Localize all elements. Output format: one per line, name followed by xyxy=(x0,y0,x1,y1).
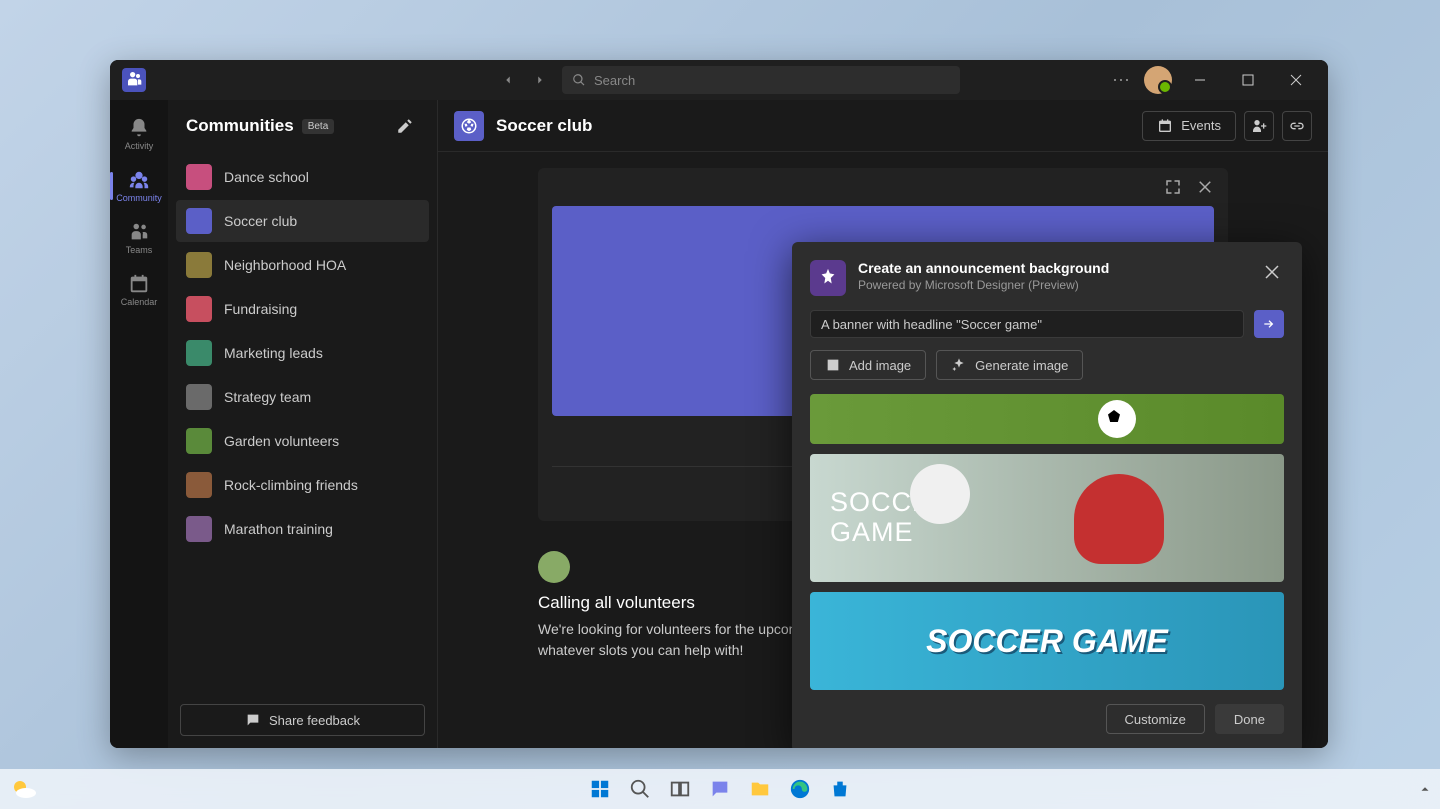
customize-button[interactable]: Customize xyxy=(1106,704,1205,734)
suggestion-text: SOCCER GAME xyxy=(926,623,1168,660)
modal-title: Create an announcement background xyxy=(858,260,1109,276)
window-maximize-button[interactable] xyxy=(1228,64,1268,96)
sidebar-header: Communities Beta xyxy=(168,100,437,152)
rail-label: Calendar xyxy=(121,297,158,307)
arrow-right-icon xyxy=(1261,316,1277,332)
nav-forward-button[interactable] xyxy=(526,66,554,94)
community-list: Dance school Soccer club Neighborhood HO… xyxy=(168,152,437,692)
sparkle-icon xyxy=(951,357,967,373)
titlebar: Search ⋯ xyxy=(110,60,1328,100)
generate-go-button[interactable] xyxy=(1254,310,1284,338)
invite-people-button[interactable] xyxy=(1244,111,1274,141)
user-avatar[interactable] xyxy=(1144,66,1172,94)
search-input[interactable]: Search xyxy=(562,66,960,94)
suggestion-item-2[interactable]: SOCCER GAME xyxy=(810,592,1284,690)
modal-close-button[interactable] xyxy=(1260,260,1284,284)
sidebar-item-fundraising[interactable]: Fundraising xyxy=(176,288,429,330)
app-rail: Activity Community Teams Calendar xyxy=(110,100,168,748)
calendar-icon xyxy=(128,273,150,295)
taskbar-chat-button[interactable] xyxy=(703,772,737,806)
prompt-input[interactable] xyxy=(810,310,1244,338)
more-options-button[interactable]: ⋯ xyxy=(1106,70,1136,91)
close-compose-icon[interactable] xyxy=(1196,178,1214,196)
copy-link-button[interactable] xyxy=(1282,111,1312,141)
sidebar-item-marketing-leads[interactable]: Marketing leads xyxy=(176,332,429,374)
taskbar-taskview-button[interactable] xyxy=(663,772,697,806)
weather-icon[interactable] xyxy=(8,773,40,805)
suggestion-item-0[interactable] xyxy=(810,394,1284,444)
sidebar-title: Communities xyxy=(186,116,294,136)
designer-modal: Create an announcement background Powere… xyxy=(792,242,1302,748)
calendar-icon xyxy=(1157,118,1173,134)
link-icon xyxy=(1289,118,1305,134)
taskbar-edge-button[interactable] xyxy=(783,772,817,806)
channel-body: ...me Post Calling all volunteers xyxy=(438,152,1328,748)
sidebar-item-neighborhood-hoa[interactable]: Neighborhood HOA xyxy=(176,244,429,286)
soccer-ball-graphic xyxy=(1098,400,1136,438)
sidebar-item-marathon-training[interactable]: Marathon training xyxy=(176,508,429,550)
add-image-button[interactable]: Add image xyxy=(810,350,926,380)
post-author-avatar[interactable] xyxy=(538,551,570,583)
close-icon xyxy=(1265,265,1279,279)
window-minimize-button[interactable] xyxy=(1180,64,1220,96)
nav-back-button[interactable] xyxy=(494,66,522,94)
generate-image-button[interactable]: Generate image xyxy=(936,350,1083,380)
events-button[interactable]: Events xyxy=(1142,111,1236,141)
taskbar-store-button[interactable] xyxy=(823,772,857,806)
rail-activity[interactable]: Activity xyxy=(115,108,163,160)
taskbar-search-button[interactable] xyxy=(623,772,657,806)
suggestion-item-1[interactable]: SOCCER GAME xyxy=(810,454,1284,582)
rail-label: Activity xyxy=(125,141,154,151)
people-add-icon xyxy=(1251,118,1267,134)
chevron-up-icon[interactable] xyxy=(1418,782,1432,796)
channel-title: Soccer club xyxy=(496,116,592,136)
compose-icon xyxy=(396,117,414,135)
sidebar-item-dance-school[interactable]: Dance school xyxy=(176,156,429,198)
feedback-icon xyxy=(245,712,261,728)
app-window: Search ⋯ Activity Community Teams xyxy=(110,60,1328,748)
rail-label: Community xyxy=(116,193,162,203)
rail-community[interactable]: Community xyxy=(115,160,163,212)
bell-icon xyxy=(128,117,150,139)
taskbar-files-button[interactable] xyxy=(743,772,777,806)
community-icon xyxy=(128,169,150,191)
new-community-button[interactable] xyxy=(391,112,419,140)
modal-subtitle: Powered by Microsoft Designer (Preview) xyxy=(858,278,1109,292)
done-button[interactable]: Done xyxy=(1215,704,1284,734)
channel-pane: Soccer club Events xyxy=(438,100,1328,748)
sidebar-item-strategy-team[interactable]: Strategy team xyxy=(176,376,429,418)
rail-teams[interactable]: Teams xyxy=(115,212,163,264)
designer-icon xyxy=(810,260,846,296)
channel-header: Soccer club Events xyxy=(438,100,1328,152)
sidebar-item-garden-volunteers[interactable]: Garden volunteers xyxy=(176,420,429,462)
sidebar-item-soccer-club[interactable]: Soccer club xyxy=(176,200,429,242)
sidebar: Communities Beta Dance school Soccer clu… xyxy=(168,100,438,748)
app-logo-icon xyxy=(122,68,146,92)
sidebar-item-rock-climbing-friends[interactable]: Rock-climbing friends xyxy=(176,464,429,506)
window-close-button[interactable] xyxy=(1276,64,1316,96)
teams-icon xyxy=(128,221,150,243)
expand-icon[interactable] xyxy=(1164,178,1182,196)
taskbar-start-button[interactable] xyxy=(583,772,617,806)
share-feedback-button[interactable]: Share feedback xyxy=(180,704,425,736)
taskbar xyxy=(0,769,1440,809)
rail-label: Teams xyxy=(126,245,153,255)
main-area: Activity Community Teams Calendar Commun… xyxy=(110,100,1328,748)
beta-badge: Beta xyxy=(302,119,335,134)
rail-calendar[interactable]: Calendar xyxy=(115,264,163,316)
image-icon xyxy=(825,357,841,373)
channel-avatar xyxy=(454,111,484,141)
search-icon xyxy=(572,73,586,87)
suggestion-list: SOCCER GAME SOCCER GAME xyxy=(810,394,1284,690)
